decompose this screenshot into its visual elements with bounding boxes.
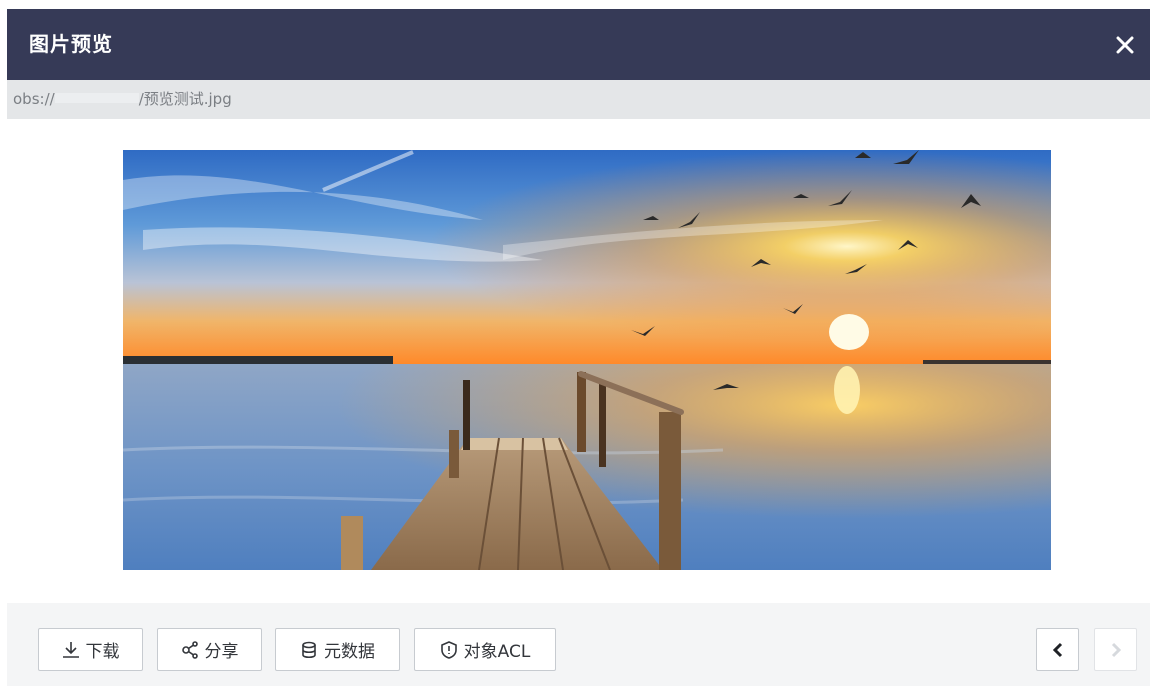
metadata-button[interactable]: 元数据 bbox=[275, 628, 400, 671]
previous-image-button[interactable] bbox=[1036, 628, 1079, 671]
object-acl-button[interactable]: 对象ACL bbox=[414, 628, 556, 671]
chevron-left-icon bbox=[1052, 642, 1062, 657]
dialog-title: 图片预览 bbox=[29, 32, 113, 56]
path-filename: /预览测试.jpg bbox=[138, 90, 232, 108]
object-acl-label: 对象ACL bbox=[463, 642, 531, 662]
share-label: 分享 bbox=[204, 642, 239, 662]
close-button[interactable] bbox=[1110, 30, 1140, 60]
close-icon bbox=[1116, 36, 1134, 54]
share-button[interactable]: 分享 bbox=[157, 628, 262, 671]
download-label: 下载 bbox=[85, 642, 120, 662]
database-icon bbox=[302, 641, 316, 658]
download-icon bbox=[62, 641, 79, 658]
dialog-header: 图片预览 bbox=[7, 9, 1150, 80]
path-masked-segment bbox=[54, 93, 139, 103]
object-path-bar: obs:// /预览测试.jpg bbox=[7, 80, 1150, 119]
image-preview bbox=[123, 150, 1051, 570]
image-preview-dialog: 图片预览 obs:// /预览测试.jpg 下载 分享 元数据 对象ACL bbox=[7, 9, 1150, 686]
preview-toolbar: 下载 分享 元数据 对象ACL bbox=[7, 603, 1150, 686]
metadata-label: 元数据 bbox=[324, 642, 375, 662]
sunset-pier-photo bbox=[123, 150, 1051, 570]
share-icon bbox=[181, 640, 198, 659]
chevron-right-icon bbox=[1111, 642, 1121, 657]
download-button[interactable]: 下载 bbox=[38, 628, 143, 671]
shield-icon bbox=[440, 640, 457, 659]
path-prefix: obs:// bbox=[13, 90, 55, 108]
next-image-button[interactable] bbox=[1094, 628, 1137, 671]
